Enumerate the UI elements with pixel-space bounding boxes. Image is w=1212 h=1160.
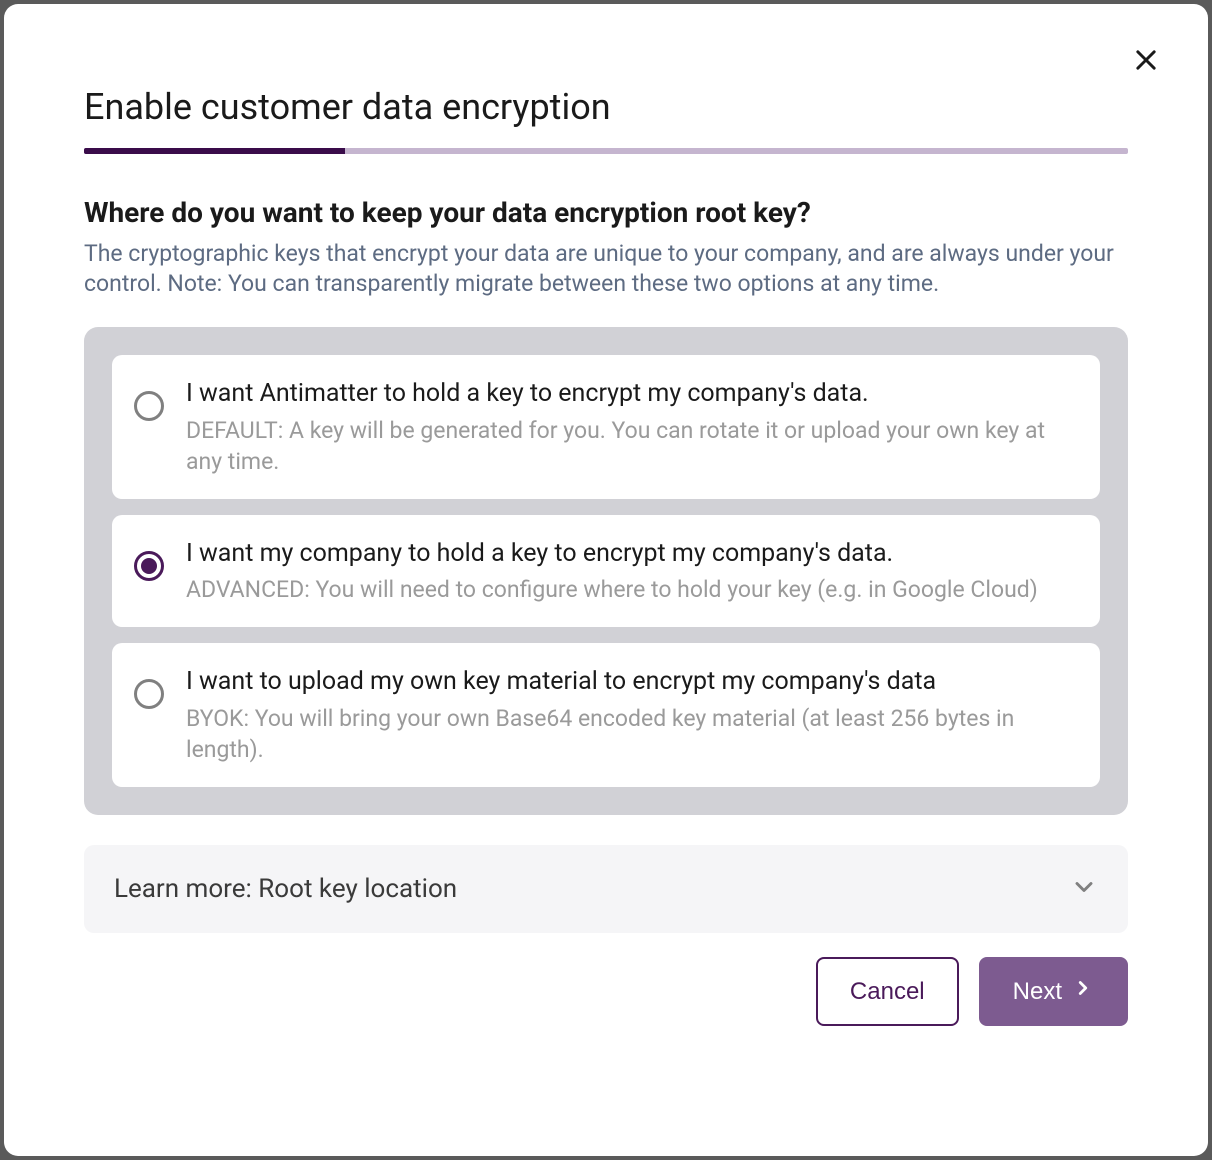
option-text: I want Antimatter to hold a key to encry… — [186, 377, 1072, 477]
option-description: ADVANCED: You will need to configure whe… — [186, 574, 1072, 605]
question-title: Where do you want to keep your data encr… — [84, 196, 1128, 229]
radio-unselected-icon — [134, 391, 164, 421]
modal-container: Enable customer data encryption Where do… — [4, 4, 1208, 1156]
option-antimatter-key[interactable]: I want Antimatter to hold a key to encry… — [112, 355, 1100, 499]
option-title: I want my company to hold a key to encry… — [186, 537, 1072, 571]
next-button[interactable]: Next — [979, 957, 1128, 1026]
chevron-down-icon — [1070, 873, 1098, 905]
chevron-right-icon — [1072, 977, 1094, 1006]
radio-unselected-icon — [134, 679, 164, 709]
option-byok[interactable]: I want to upload my own key material to … — [112, 643, 1100, 787]
option-company-key[interactable]: I want my company to hold a key to encry… — [112, 515, 1100, 628]
button-row: Cancel Next — [84, 957, 1128, 1026]
option-title: I want Antimatter to hold a key to encry… — [186, 377, 1072, 411]
close-button[interactable] — [1126, 42, 1166, 82]
next-button-label: Next — [1013, 978, 1062, 1006]
progress-fill — [84, 148, 345, 154]
learn-more-label: Learn more: Root key location — [114, 874, 457, 904]
option-text: I want my company to hold a key to encry… — [186, 537, 1072, 606]
option-text: I want to upload my own key material to … — [186, 665, 1072, 765]
progress-bar — [84, 148, 1128, 154]
options-container: I want Antimatter to hold a key to encry… — [84, 327, 1128, 815]
cancel-button-label: Cancel — [850, 978, 925, 1006]
modal-title: Enable customer data encryption — [84, 86, 1128, 128]
question-subtitle: The cryptographic keys that encrypt your… — [84, 239, 1128, 299]
close-icon — [1132, 46, 1160, 78]
option-title: I want to upload my own key material to … — [186, 665, 1072, 699]
option-description: BYOK: You will bring your own Base64 enc… — [186, 703, 1072, 765]
option-description: DEFAULT: A key will be generated for you… — [186, 415, 1072, 477]
cancel-button[interactable]: Cancel — [816, 957, 959, 1026]
radio-selected-icon — [134, 551, 164, 581]
learn-more-toggle[interactable]: Learn more: Root key location — [84, 845, 1128, 933]
